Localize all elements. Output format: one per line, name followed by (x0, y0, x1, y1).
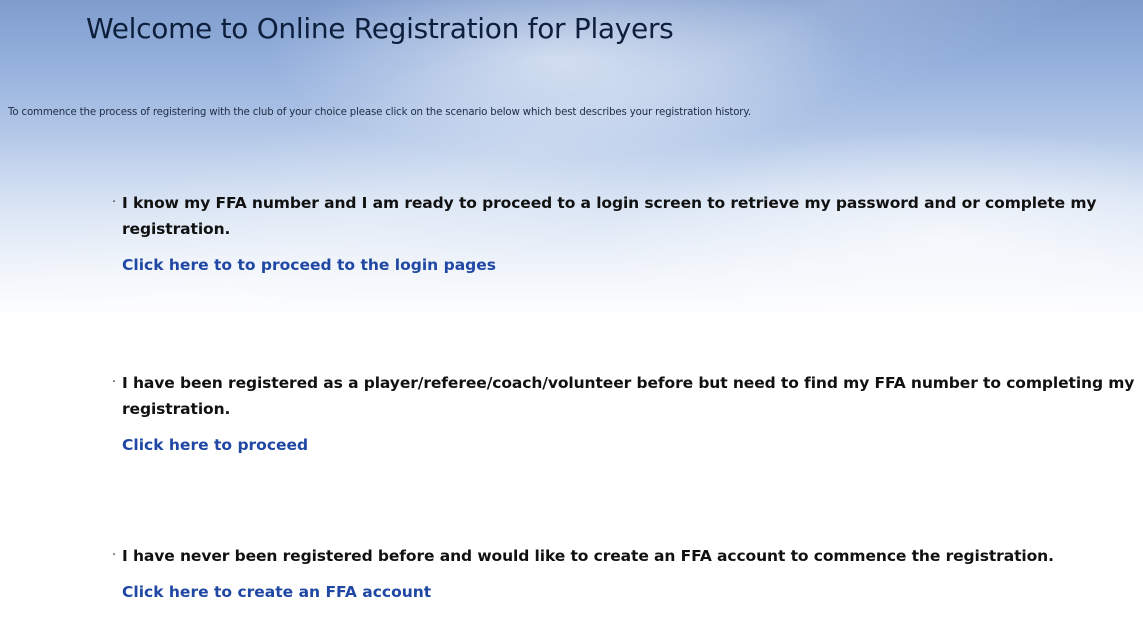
option-description: I have been registered as a player/refer… (122, 374, 1135, 418)
option-create-account: · I have never been registered before an… (112, 543, 1143, 601)
option-existing-ffa-number: · I know my FFA number and I am ready to… (112, 190, 1143, 274)
proceed-link[interactable]: Click here to proceed (122, 436, 308, 454)
option-description: I have never been registered before and … (122, 547, 1054, 565)
create-ffa-account-link[interactable]: Click here to create an FFA account (122, 583, 431, 601)
intro-text: To commence the process of registering w… (8, 107, 751, 118)
bullet-icon: · (112, 548, 117, 563)
option-description: I know my FFA number and I am ready to p… (122, 194, 1097, 238)
bullet-icon: · (112, 195, 117, 210)
proceed-to-login-link[interactable]: Click here to to proceed to the login pa… (122, 256, 496, 274)
option-find-ffa-number: · I have been registered as a player/ref… (112, 370, 1143, 454)
page-title: Welcome to Online Registration for Playe… (86, 12, 674, 45)
bullet-icon: · (112, 375, 117, 390)
